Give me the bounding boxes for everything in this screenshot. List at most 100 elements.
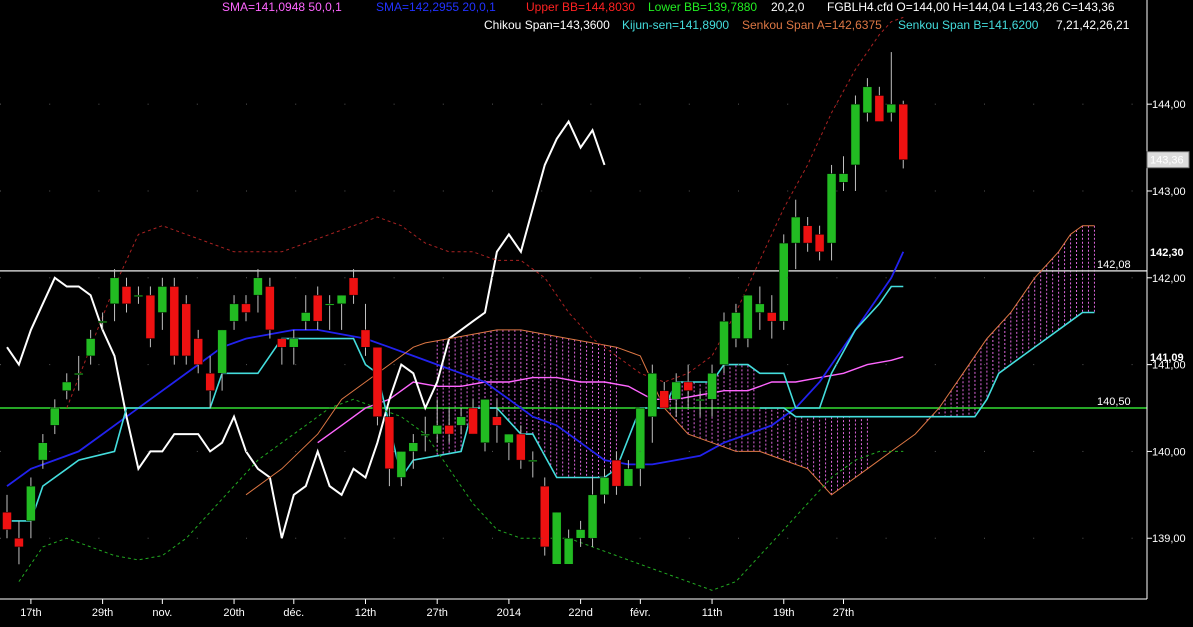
candle-body <box>14 537 24 548</box>
candle-body <box>312 294 323 322</box>
candle-body <box>26 485 36 522</box>
ohlc-header: FGBLH4.cfd O=144,00 H=144,04 L=143,26 C=… <box>827 0 1115 14</box>
candle-body <box>587 494 598 539</box>
kijun-label: Kijun-sen=141,8900 <box>622 18 729 32</box>
candle-body <box>767 312 777 322</box>
candle-body <box>492 416 502 426</box>
x-tick-label: 22nd <box>568 607 592 619</box>
y-tick-label: 140,00 <box>1152 446 1186 458</box>
candle-body <box>121 286 132 305</box>
bb-params-label: 20,2,0 <box>771 0 805 14</box>
candle-body <box>73 373 84 376</box>
candle-body <box>289 338 299 348</box>
candle-body <box>50 407 60 426</box>
candle-body <box>97 320 108 323</box>
y-tick-label: 139,00 <box>1152 533 1186 545</box>
candle-body <box>790 216 801 244</box>
candle-body <box>504 433 514 443</box>
x-tick-label: nov. <box>152 607 172 619</box>
candle-body <box>755 303 765 313</box>
candle-body <box>826 173 837 244</box>
candle-body <box>2 511 12 530</box>
candle-body <box>802 225 813 244</box>
candle-body <box>719 320 729 365</box>
candle-body <box>480 399 490 443</box>
candle-body <box>324 303 335 306</box>
price-chart[interactable]: 142,08140,50 139,00140,00141,00142,00143… <box>0 0 1193 627</box>
y-tick-label: 143,00 <box>1152 186 1186 198</box>
y-tick-label: 144,00 <box>1152 99 1186 111</box>
candle-body <box>348 277 359 296</box>
chikou-label: Chikou Span=143,3600 <box>484 18 610 32</box>
candle-body <box>85 338 96 357</box>
candle-body <box>62 381 72 391</box>
candle-body <box>109 277 120 305</box>
x-tick-label: 20th <box>223 607 244 619</box>
candle-body <box>468 407 478 435</box>
candle-body <box>898 103 908 160</box>
x-tick-label: févr. <box>630 607 651 619</box>
candle-body <box>396 451 407 478</box>
x-tick-label: 11th <box>702 607 723 619</box>
x-tick-label: 17th <box>20 607 41 619</box>
sma20-label: SMA=142,2955 20,0,1 <box>376 0 496 14</box>
candle-body <box>265 286 275 331</box>
candle-body <box>647 373 658 417</box>
candle-body <box>635 407 646 470</box>
right-value-label: 141,09 <box>1150 352 1184 364</box>
x-tick-label: 12th <box>355 607 376 619</box>
upper-bb-label: Upper BB=144,8030 <box>526 0 635 14</box>
candle-body <box>205 373 215 391</box>
x-tick-label: 27th <box>426 607 447 619</box>
candle-body <box>181 303 191 357</box>
candle-body <box>611 459 622 487</box>
candle-body <box>779 242 789 322</box>
candle-body <box>516 433 526 461</box>
candle-body <box>874 95 885 122</box>
senkou-a-label: Senkou Span A=142,6375 <box>742 18 882 32</box>
candle-body <box>301 312 311 322</box>
candle-body <box>731 312 741 339</box>
candle-body <box>384 416 395 470</box>
x-tick-label: déc. <box>283 607 304 619</box>
candle-body <box>360 329 371 348</box>
candle-body <box>277 338 287 348</box>
candle-body <box>886 103 897 114</box>
candle-body <box>193 338 203 365</box>
candle-body <box>707 373 717 400</box>
candle-body <box>575 529 586 539</box>
level-line-label: 140,50 <box>1097 396 1131 408</box>
x-tick-label: 29th <box>92 607 113 619</box>
candle-body <box>38 442 48 461</box>
candle-body <box>336 294 347 305</box>
candle-body <box>659 390 669 409</box>
candle-body <box>671 381 681 400</box>
candle-body <box>217 329 227 374</box>
candle-body <box>408 442 419 452</box>
right-value-label: 143,36 <box>1150 155 1184 167</box>
candle-body <box>444 425 454 435</box>
x-tick-label: 2014 <box>497 607 521 619</box>
lower-bb-label: Lower BB=139,7880 <box>648 0 757 14</box>
candle-body <box>420 433 430 436</box>
candle-body <box>862 86 873 114</box>
candle-body <box>157 286 168 313</box>
candle-body <box>623 468 634 487</box>
candle-body <box>551 511 562 565</box>
candle-body <box>683 381 693 391</box>
sma50-label: SMA=141,0948 50,0,1 <box>222 0 342 14</box>
candle-body <box>253 277 263 296</box>
candle-body <box>743 294 753 339</box>
candle-body <box>229 303 239 322</box>
senkou-b-label: Senkou Span B=141,6200 <box>898 18 1039 32</box>
level-line-label: 142,08 <box>1097 259 1131 271</box>
candle-body <box>814 234 825 253</box>
candle-body <box>695 399 705 402</box>
candle-body <box>372 346 383 417</box>
candle-body <box>241 303 251 313</box>
candle-body <box>599 477 610 496</box>
x-tick-label: 19th <box>773 607 794 619</box>
y-tick-label: 142,00 <box>1152 273 1186 285</box>
x-tick-label: 27th <box>833 607 854 619</box>
candle-body <box>145 294 156 339</box>
